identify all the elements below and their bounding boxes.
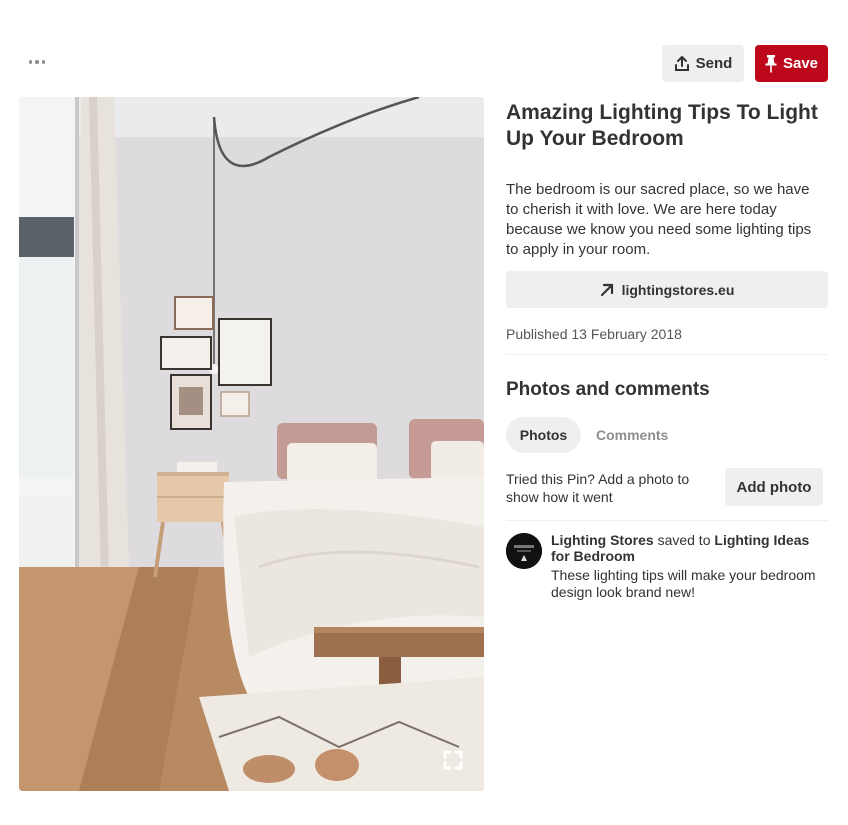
tab-photos[interactable]: Photos — [506, 417, 581, 453]
tried-pin-prompt: Tried this Pin? Add a photo to show how … — [506, 471, 690, 505]
more-options-button[interactable] — [22, 50, 52, 74]
add-photo-button[interactable]: Add photo — [725, 468, 823, 506]
pushpin-icon — [765, 54, 777, 72]
published-date: Published 13 February 2018 — [506, 326, 682, 342]
activity-header: Lighting Stores saved to Lighting Ideas … — [551, 532, 821, 564]
pin-description: The bedroom is our sacred place, so we h… — [506, 181, 812, 258]
divider — [506, 354, 828, 355]
activity-comment: These lighting tips will make your bedro… — [551, 567, 816, 600]
divider — [506, 520, 828, 521]
activity-saved-to: saved to — [657, 532, 711, 548]
send-button[interactable]: Send — [662, 45, 744, 82]
arrow-up-right-icon — [600, 283, 613, 296]
ellipsis-icon — [28, 60, 33, 64]
send-label: Send — [695, 55, 733, 72]
avatar[interactable] — [506, 533, 542, 569]
tab-comments[interactable]: Comments — [596, 427, 668, 443]
photos-comments-heading: Photos and comments — [506, 379, 710, 400]
save-label: Save — [782, 55, 819, 72]
pin-title: Amazing Lighting Tips To Light Up Your B… — [506, 101, 818, 150]
source-link-label: lightingstores.eu — [621, 281, 735, 298]
activity-user-link[interactable]: Lighting Stores — [551, 532, 654, 548]
share-upload-icon — [674, 55, 689, 71]
save-button[interactable]: Save — [755, 45, 828, 82]
source-link-button[interactable]: lightingstores.eu — [506, 271, 828, 308]
bedroom-photo — [19, 97, 484, 791]
expand-icon[interactable] — [440, 747, 466, 773]
pin-image[interactable] — [19, 97, 484, 791]
